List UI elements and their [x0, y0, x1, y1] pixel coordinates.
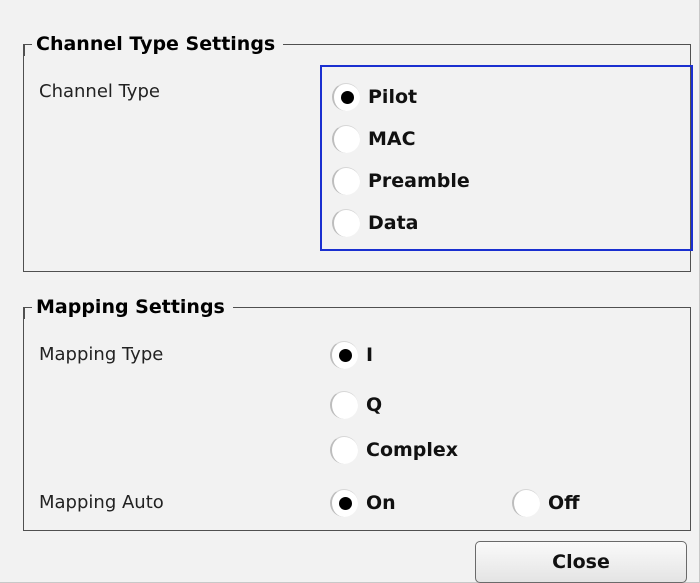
radio-unchecked-icon	[332, 209, 360, 237]
radio-checked-icon	[330, 489, 358, 517]
mapping-auto-label: Mapping Auto	[39, 492, 164, 513]
mapping-settings-title: Mapping Settings	[24, 292, 233, 322]
radio-mapping-complex[interactable]: Complex	[330, 434, 458, 466]
channel-type-label: Channel Type	[39, 81, 160, 102]
channel-type-settings-group: Channel Type Settings Channel Type Pilot…	[23, 29, 693, 272]
radio-channel-data[interactable]: Data	[332, 207, 419, 239]
radio-mapping-auto-off[interactable]: Off	[512, 487, 580, 519]
radio-mapping-q-label: Q	[366, 394, 383, 416]
radio-channel-pilot[interactable]: Pilot	[332, 81, 417, 113]
radio-unchecked-icon	[512, 489, 540, 517]
radio-channel-preamble[interactable]: Preamble	[332, 165, 470, 197]
channel-type-settings-title: Channel Type Settings	[23, 29, 284, 59]
radio-unchecked-icon	[332, 167, 360, 195]
radio-unchecked-icon	[330, 391, 358, 419]
mapping-settings-group: Mapping Settings Mapping Type I Q Comple…	[23, 292, 691, 531]
radio-mapping-auto-on[interactable]: On	[330, 487, 396, 519]
channel-type-radio-group: Pilot MAC Preamble Data	[320, 65, 693, 251]
channel-settings-dialog: Channel Type Settings Channel Type Pilot…	[0, 0, 700, 583]
radio-unchecked-icon	[330, 436, 358, 464]
radio-channel-pilot-label: Pilot	[368, 86, 418, 108]
radio-mapping-q[interactable]: Q	[330, 389, 382, 421]
radio-channel-mac[interactable]: MAC	[332, 123, 416, 155]
radio-mapping-complex-label: Complex	[366, 439, 459, 461]
radio-mapping-i-label: I	[366, 344, 374, 366]
radio-channel-data-label: Data	[368, 212, 419, 234]
radio-checked-icon	[332, 83, 360, 111]
radio-mapping-i[interactable]: I	[330, 339, 373, 371]
radio-mapping-auto-off-label: Off	[548, 492, 580, 514]
radio-channel-preamble-label: Preamble	[368, 170, 470, 192]
radio-mapping-auto-on-label: On	[366, 492, 396, 514]
mapping-type-label: Mapping Type	[39, 344, 164, 365]
radio-checked-icon	[330, 341, 358, 369]
radio-unchecked-icon	[332, 125, 360, 153]
close-button[interactable]: Close	[475, 541, 687, 583]
radio-channel-mac-label: MAC	[368, 128, 416, 150]
